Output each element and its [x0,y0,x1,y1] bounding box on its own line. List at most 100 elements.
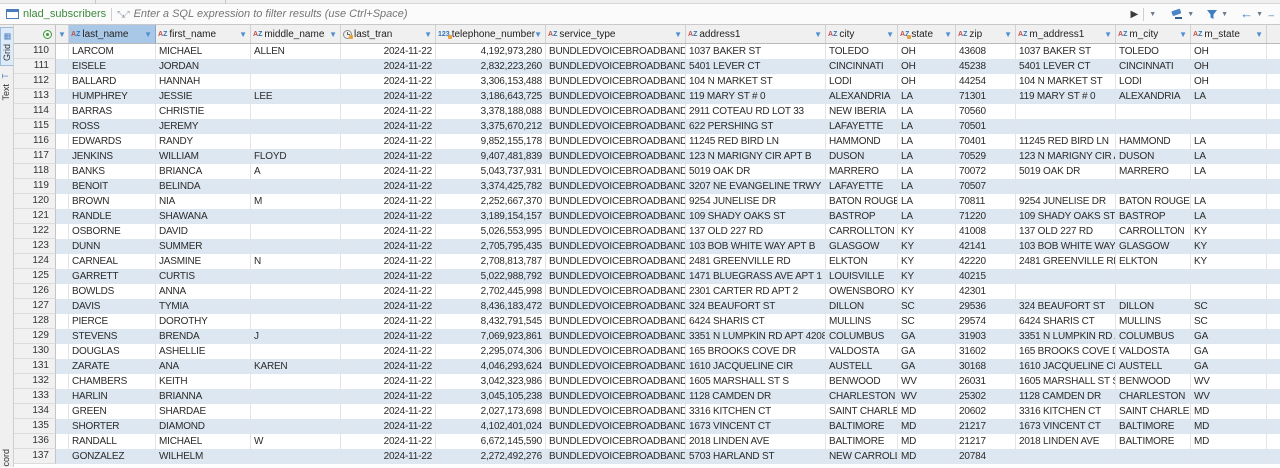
table-cell[interactable]: BALTIMORE [826,419,898,434]
filter-funnel-icon[interactable] [1206,9,1218,20]
table-cell[interactable]: GA [898,329,956,344]
table-cell[interactable]: J [251,329,341,344]
table-cell[interactable]: 70501 [956,119,1016,134]
table-cell[interactable]: SAINT CHARLES [1116,404,1191,419]
table-cell[interactable] [1116,119,1191,134]
table-cell[interactable]: 71220 [956,209,1016,224]
table-cell[interactable]: VALDOSTA [826,344,898,359]
table-cell[interactable] [1116,269,1191,284]
table-cell[interactable]: 2481 GREENVILLE RD [1016,254,1116,269]
table-cell[interactable]: KY [1191,239,1267,254]
column-filter-caret[interactable]: ▼ [944,30,952,39]
tab-record[interactable]: Record [0,445,12,467]
table-cell[interactable]: ALEXANDRIA [826,89,898,104]
table-cell[interactable] [251,239,341,254]
table-cell[interactable] [251,374,341,389]
table-cell[interactable]: MARRERO [826,164,898,179]
table-cell[interactable]: BENOIT [69,179,156,194]
table-cell[interactable]: JESSIE [156,89,251,104]
table-cell[interactable]: 4,192,973,280 [436,44,546,59]
table-cell[interactable]: DIAMOND [156,419,251,434]
table-cell[interactable]: KY [898,239,956,254]
table-cell[interactable]: MD [898,404,956,419]
table-cell[interactable]: 2481 GREENVILLE RD [686,254,826,269]
dropdown-caret[interactable]: ▼ [1221,11,1228,18]
table-cell[interactable]: CINCINNATI [826,59,898,74]
table-cell[interactable]: SC [1191,314,1267,329]
table-cell[interactable]: CARROLLTON [826,224,898,239]
table-cell[interactable]: LAFAYETTE [826,179,898,194]
table-cell[interactable]: ZARATE [69,359,156,374]
table-cell[interactable]: ROSS [69,119,156,134]
table-cell[interactable]: LA [898,194,956,209]
table-cell[interactable]: ALLEN [251,44,341,59]
table-cell[interactable]: 137 OLD 227 RD [686,224,826,239]
table-cell[interactable]: BALLARD [69,74,156,89]
table-cell[interactable]: ANNA [156,284,251,299]
table-cell[interactable]: KY [1191,224,1267,239]
table-cell[interactable]: 2024-11-22 [341,164,436,179]
table-cell[interactable]: 3,042,323,986 [436,374,546,389]
dropdown-caret[interactable]: ▼ [1149,11,1156,18]
table-cell[interactable]: BASTROP [1116,209,1191,224]
table-cell[interactable]: 137 OLD 227 RD [1016,224,1116,239]
table-cell[interactable]: 2024-11-22 [341,374,436,389]
column-header-last_tran[interactable]: last_tran ▼ [341,25,436,43]
table-cell[interactable]: 41008 [956,224,1016,239]
row-number[interactable]: 134 [14,404,56,419]
column-filter-caret[interactable]: ▼ [1104,30,1112,39]
table-cell[interactable] [1016,284,1116,299]
table-cell[interactable]: 21217 [956,419,1016,434]
table-cell[interactable]: CHAMBERS [69,374,156,389]
table-cell[interactable]: CINCINNATI [1116,59,1191,74]
row-number[interactable]: 112 [14,74,56,89]
table-cell[interactable]: BUNDLEDVOICEBROADBAND [546,134,686,149]
table-cell[interactable]: BUNDLEDVOICEBROADBAND [546,179,686,194]
table-cell[interactable]: 3,378,188,088 [436,104,546,119]
table-cell[interactable]: 1673 VINCENT CT [686,419,826,434]
table-cell[interactable]: 5401 LEVER CT [686,59,826,74]
table-cell[interactable]: BALTIMORE [826,434,898,449]
table-cell[interactable]: KY [898,269,956,284]
table-cell[interactable] [251,419,341,434]
table-cell[interactable]: WILLIAM [156,149,251,164]
table-cell[interactable] [251,224,341,239]
table-cell[interactable]: BUNDLEDVOICEBROADBAND [546,314,686,329]
table-cell[interactable]: 6,672,145,590 [436,434,546,449]
table-cell[interactable]: LAFAYETTE [826,119,898,134]
back-arrow-icon[interactable]: ← [1240,7,1253,20]
table-cell[interactable]: GA [1191,344,1267,359]
table-cell[interactable]: BENWOOD [1116,374,1191,389]
table-cell[interactable]: DILLON [1116,299,1191,314]
table-cell[interactable]: BUNDLEDVOICEBROADBAND [546,224,686,239]
table-cell[interactable]: CHARLESTON [826,389,898,404]
play-icon[interactable]: ▶ [1131,9,1139,20]
table-cell[interactable]: 70401 [956,134,1016,149]
table-cell[interactable]: BOWLDS [69,284,156,299]
table-cell[interactable]: N [251,254,341,269]
row-number[interactable]: 113 [14,89,56,104]
table-cell[interactable]: 3,374,425,782 [436,179,546,194]
table-cell[interactable]: 25302 [956,389,1016,404]
table-cell[interactable]: BUNDLEDVOICEBROADBAND [546,164,686,179]
table-cell[interactable]: BUNDLEDVOICEBROADBAND [546,59,686,74]
row-number[interactable]: 137 [14,449,56,464]
table-cell[interactable]: MD [898,434,956,449]
table-cell[interactable] [1191,179,1267,194]
table-cell[interactable]: 2024-11-22 [341,89,436,104]
table-cell[interactable]: 2024-11-22 [341,149,436,164]
table-cell[interactable]: GA [898,344,956,359]
table-cell[interactable]: 30168 [956,359,1016,374]
sql-filter-input[interactable] [133,8,1131,20]
table-cell[interactable]: 2024-11-22 [341,194,436,209]
table-cell[interactable]: COLUMBUS [1116,329,1191,344]
table-cell[interactable]: 123 N MARIGNY CIR APT B [686,149,826,164]
table-cell[interactable]: SC [1191,299,1267,314]
table-cell[interactable]: CURTIS [156,269,251,284]
table-cell[interactable]: LA [1191,209,1267,224]
table-cell[interactable]: JORDAN [156,59,251,74]
table-cell[interactable]: 119 MARY ST # 0 [686,89,826,104]
table-cell[interactable]: LA [898,209,956,224]
table-cell[interactable]: 9254 JUNELISE DR [686,194,826,209]
table-cell[interactable]: 5019 OAK DR [1016,164,1116,179]
